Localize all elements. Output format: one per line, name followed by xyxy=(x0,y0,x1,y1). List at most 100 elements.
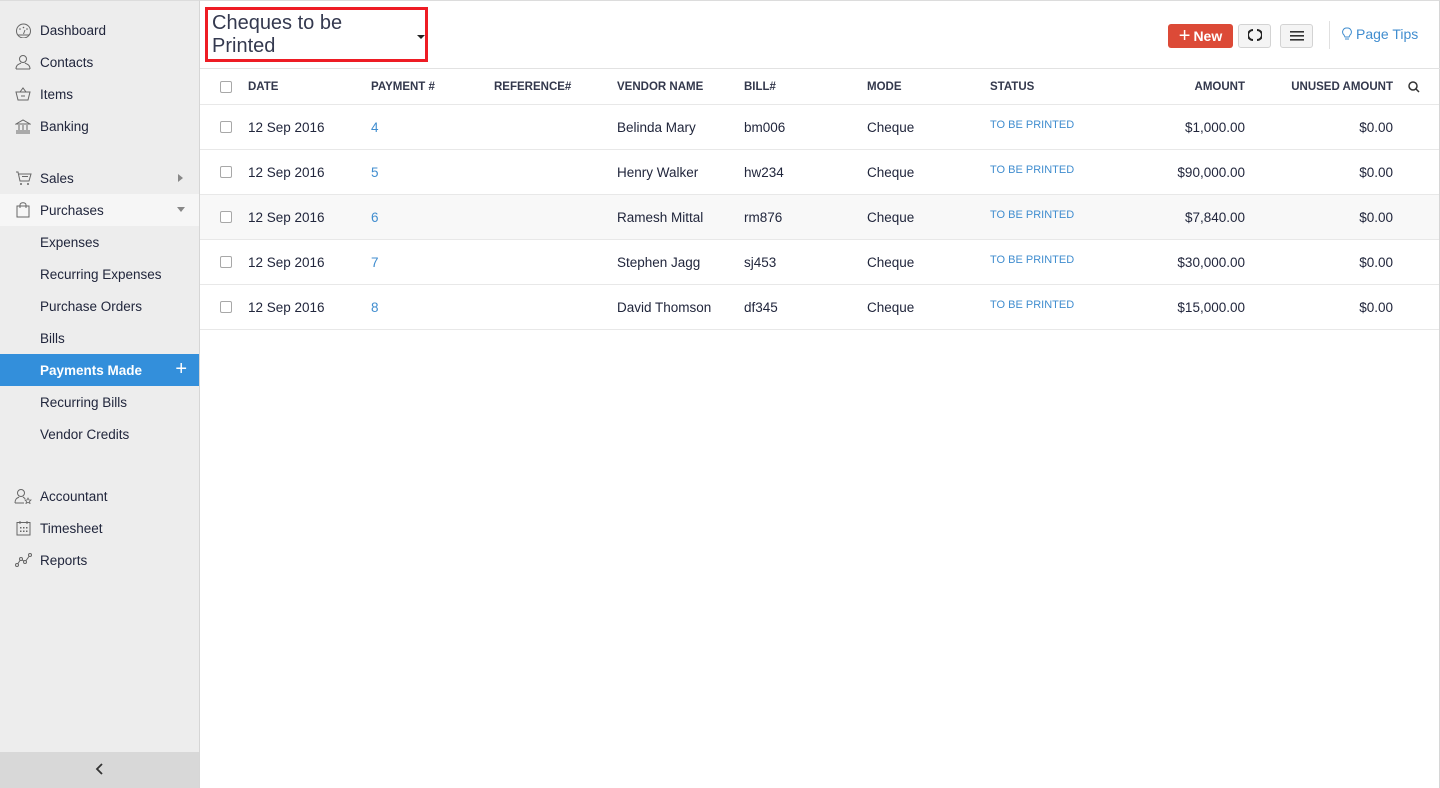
cell-vendor: Ramesh Mittal xyxy=(617,209,704,225)
sidebar-item-timesheet[interactable]: Timesheet xyxy=(0,512,199,544)
status-badge: TO BE PRINTED xyxy=(990,164,1075,176)
column-header-status[interactable]: STATUS xyxy=(990,69,1034,104)
cell-payment-link[interactable]: 6 xyxy=(371,195,379,239)
column-header-unused-amount[interactable]: UNUSED AMOUNT xyxy=(1263,69,1393,104)
add-payment-icon[interactable]: + xyxy=(175,358,187,380)
row-checkbox[interactable] xyxy=(220,195,232,239)
cell-payment-link[interactable]: 8 xyxy=(371,285,379,329)
sidebar-item-vendor-credits[interactable]: Vendor Credits xyxy=(0,418,199,450)
cell-date: 12 Sep 2016 xyxy=(248,299,325,315)
chevron-right-icon xyxy=(178,174,183,182)
cell-bill: df345 xyxy=(744,299,778,315)
table-row[interactable]: 12 Sep 2016 8 David Thomson df345 Cheque… xyxy=(200,285,1439,330)
header-divider xyxy=(1329,21,1330,49)
sidebar-item-sales[interactable]: Sales xyxy=(0,162,199,194)
page-header: Cheques to be Printed + New Page Tips xyxy=(200,1,1440,69)
row-checkbox[interactable] xyxy=(220,150,232,194)
cell-vendor: Belinda Mary xyxy=(617,119,696,135)
search-button[interactable] xyxy=(1408,69,1420,104)
menu-icon xyxy=(1289,29,1304,44)
cell-payment-link[interactable]: 7 xyxy=(371,240,379,284)
cell-bill: bm006 xyxy=(744,119,786,135)
column-header-reference[interactable]: REFERENCE# xyxy=(494,69,571,104)
caret-down-icon xyxy=(417,34,425,39)
column-header-mode[interactable]: MODE xyxy=(867,69,902,104)
cell-date: 12 Sep 2016 xyxy=(248,254,325,270)
cell-amount: $1,000.00 xyxy=(1184,119,1245,135)
items-icon xyxy=(14,85,32,103)
sidebar-item-label: Purchase Orders xyxy=(40,298,143,314)
sidebar-item-label: Expenses xyxy=(40,234,100,250)
cell-bill: hw234 xyxy=(744,164,784,180)
status-badge: TO BE PRINTED xyxy=(990,209,1075,221)
sidebar-item-expenses[interactable]: Expenses xyxy=(0,226,199,258)
select-all-checkbox[interactable] xyxy=(220,69,232,104)
cell-payment-link[interactable]: 5 xyxy=(371,150,379,194)
column-header-payment[interactable]: PAYMENT # xyxy=(371,69,435,104)
refresh-icon xyxy=(1246,28,1263,45)
sidebar-item-label: Timesheet xyxy=(40,520,103,536)
refresh-button[interactable] xyxy=(1238,24,1271,48)
sidebar-item-purchase-orders[interactable]: Purchase Orders xyxy=(0,290,199,322)
row-checkbox[interactable] xyxy=(220,240,232,284)
cell-payment-link[interactable]: 4 xyxy=(371,105,379,149)
cell-bill: sj453 xyxy=(744,254,777,270)
sidebar-item-recurring-bills[interactable]: Recurring Bills xyxy=(0,386,199,418)
cell-mode: Cheque xyxy=(867,299,915,315)
cell-date: 12 Sep 2016 xyxy=(248,119,325,135)
search-icon xyxy=(1408,80,1420,93)
sidebar-item-contacts[interactable]: Contacts xyxy=(0,46,199,78)
column-header-vendor[interactable]: VENDOR NAME xyxy=(617,69,703,104)
cell-bill: rm876 xyxy=(744,209,783,225)
cell-vendor: Stephen Jagg xyxy=(617,254,701,270)
page-tips-link[interactable]: Page Tips xyxy=(1342,26,1418,42)
chevron-left-icon xyxy=(95,762,105,779)
table-row[interactable]: 12 Sep 2016 4 Belinda Mary bm006 Cheque … xyxy=(200,105,1439,150)
plus-icon: + xyxy=(1178,25,1191,47)
row-checkbox[interactable] xyxy=(220,285,232,329)
table-row[interactable]: 12 Sep 2016 5 Henry Walker hw234 Cheque … xyxy=(200,150,1439,195)
status-badge: TO BE PRINTED xyxy=(990,299,1075,311)
sidebar-item-recurring-expenses[interactable]: Recurring Expenses xyxy=(0,258,199,290)
new-button[interactable]: + New xyxy=(1168,24,1233,48)
sidebar-item-bills[interactable]: Bills xyxy=(0,322,199,354)
cell-mode: Cheque xyxy=(867,164,915,180)
accountant-icon xyxy=(14,487,32,505)
sidebar-item-accountant[interactable]: Accountant xyxy=(0,480,199,512)
sidebar-item-label: Sales xyxy=(40,170,74,186)
cell-unused-amount: $0.00 xyxy=(1359,299,1393,315)
cell-unused-amount: $0.00 xyxy=(1359,254,1393,270)
cell-vendor: Henry Walker xyxy=(617,164,699,180)
sidebar-item-items[interactable]: Items xyxy=(0,78,199,110)
table-row[interactable]: 12 Sep 2016 7 Stephen Jagg sj453 Cheque … xyxy=(200,240,1439,285)
more-options-button[interactable] xyxy=(1280,24,1313,48)
sidebar-item-label: Payments Made xyxy=(40,362,143,378)
row-checkbox[interactable] xyxy=(220,105,232,149)
table-header-row: DATE PAYMENT # REFERENCE# VENDOR NAME BI… xyxy=(200,69,1439,105)
sidebar-item-reports[interactable]: Reports xyxy=(0,544,199,576)
collapse-sidebar-button[interactable] xyxy=(0,752,199,788)
sidebar-item-dashboard[interactable]: Dashboard xyxy=(0,14,199,46)
sidebar-item-label: Accountant xyxy=(40,488,108,504)
cell-amount: $30,000.00 xyxy=(1177,254,1245,270)
cell-amount: $90,000.00 xyxy=(1177,164,1245,180)
cell-date: 12 Sep 2016 xyxy=(248,209,325,225)
sidebar-item-label: Reports xyxy=(40,552,88,568)
sidebar-item-label: Dashboard xyxy=(40,22,107,38)
new-button-label: New xyxy=(1193,28,1223,44)
view-selector-dropdown[interactable]: Cheques to be Printed xyxy=(205,7,428,62)
column-header-date[interactable]: DATE xyxy=(248,69,278,104)
sidebar-item-label: Banking xyxy=(40,118,89,134)
sidebar-item-payments-made[interactable]: Payments Made + xyxy=(0,354,199,386)
sidebar-item-label: Bills xyxy=(40,330,65,346)
sidebar-item-purchases[interactable]: Purchases xyxy=(0,194,199,226)
status-badge: TO BE PRINTED xyxy=(990,254,1075,266)
cell-mode: Cheque xyxy=(867,119,915,135)
sidebar-item-banking[interactable]: Banking xyxy=(0,110,199,142)
column-header-bill[interactable]: BILL# xyxy=(744,69,776,104)
table-row[interactable]: 12 Sep 2016 6 Ramesh Mittal rm876 Cheque… xyxy=(200,195,1439,240)
sidebar-item-label: Items xyxy=(40,86,74,102)
cart-icon xyxy=(14,169,32,187)
status-badge: TO BE PRINTED xyxy=(990,119,1075,131)
column-header-amount[interactable]: AMOUNT xyxy=(1145,69,1245,104)
